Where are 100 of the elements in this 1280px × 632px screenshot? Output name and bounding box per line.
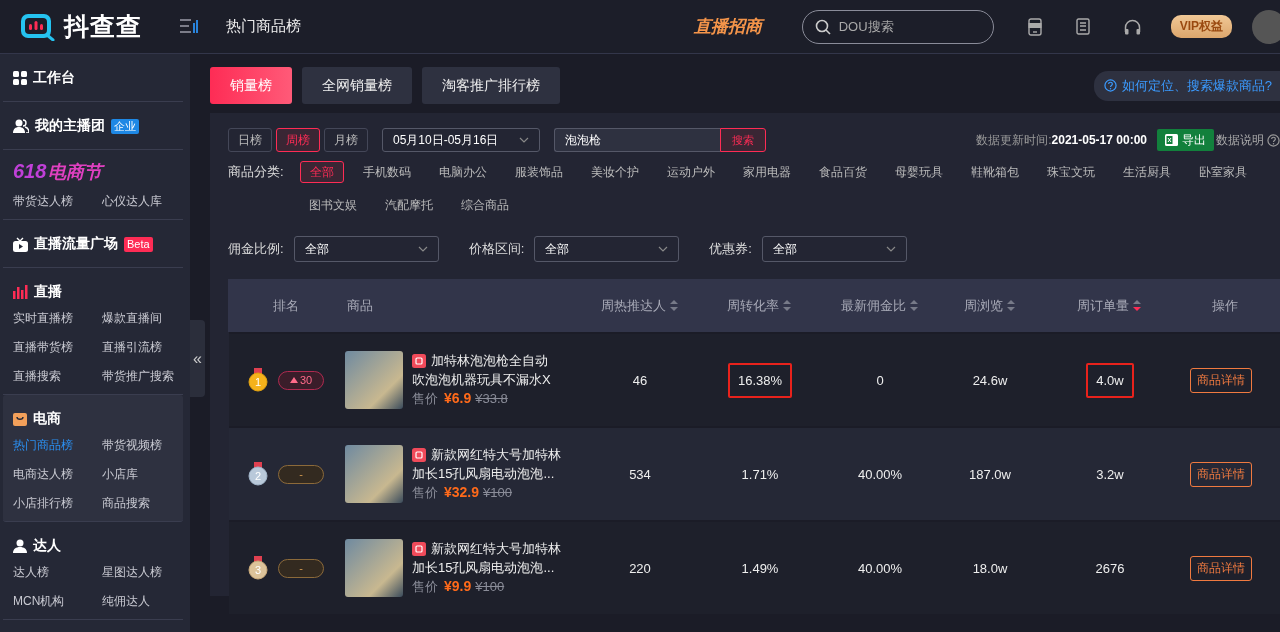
table-cell: 4.0w: [1086, 362, 1134, 398]
sidebar-heading[interactable]: 直播: [34, 283, 62, 301]
filter-label: 佣金比例:: [228, 240, 284, 258]
category-chip[interactable]: 图书文娱: [300, 194, 366, 216]
product-title[interactable]: 加长15孔风扇电动泡泡...: [412, 558, 555, 577]
column-header[interactable]: 周订单量: [1077, 296, 1129, 315]
column-header[interactable]: 最新佣金比: [840, 296, 906, 315]
search-icon: [814, 18, 831, 35]
product-title[interactable]: 吹泡泡机器玩具不漏水X: [412, 370, 551, 389]
sidebar-item[interactable]: 爆款直播间: [102, 304, 162, 333]
sidebar-item[interactable]: 电商达人榜: [13, 460, 73, 489]
headphones-icon[interactable]: [1123, 18, 1141, 35]
sidebar-item[interactable]: 直播搜索: [13, 362, 61, 391]
search-button[interactable]: 搜索: [720, 128, 766, 152]
category-chip[interactable]: 服装饰品: [506, 161, 572, 183]
sidebar-item[interactable]: 直播带货榜: [13, 333, 73, 362]
period-tab[interactable]: 日榜: [228, 128, 272, 152]
product-title[interactable]: 新款网红特大号加特林: [431, 539, 561, 558]
product-photo: [345, 445, 403, 503]
phone-icon[interactable]: [1027, 17, 1042, 36]
category-chip[interactable]: 汽配摩托: [376, 194, 442, 216]
category-chip[interactable]: 鞋靴箱包: [962, 161, 1028, 183]
category-chip[interactable]: 家用电器: [734, 161, 800, 183]
sidebar-heading[interactable]: 达人: [33, 537, 61, 555]
person-icon: [13, 539, 27, 553]
sidebar-heading[interactable]: 我的主播团: [35, 117, 105, 135]
filter-dropdown[interactable]: 全部: [761, 236, 907, 262]
original-price: ¥100: [483, 485, 512, 500]
help-icon: [1267, 133, 1280, 147]
price-label: 售价: [412, 485, 438, 500]
sort-icon[interactable]: [1133, 300, 1141, 311]
column-header[interactable]: 周热推达人: [600, 296, 666, 315]
sidebar-item[interactable]: 商品搜索: [102, 489, 150, 518]
help-link[interactable]: 如何定位、搜索爆款商品?: [1093, 70, 1280, 101]
sidebar-item[interactable]: 小店库: [102, 460, 138, 489]
period-tab[interactable]: 周榜: [276, 128, 320, 152]
original-price: ¥33.8: [475, 391, 508, 406]
sidebar-item[interactable]: 热门商品榜: [13, 431, 73, 460]
filter-dropdown[interactable]: 全部: [293, 236, 439, 262]
period-tab[interactable]: 月榜: [324, 128, 368, 152]
detail-button[interactable]: 商品详情: [1190, 461, 1252, 487]
price: ¥9.9: [444, 578, 472, 594]
shopping-bag-icon: [13, 412, 27, 426]
sort-icon[interactable]: [1006, 300, 1015, 311]
collapse-button[interactable]: «: [190, 320, 205, 397]
category-chip[interactable]: 综合商品: [452, 194, 518, 216]
keyword-field[interactable]: 泡泡枪: [554, 128, 720, 152]
sidebar-item[interactable]: MCN机构: [13, 587, 65, 616]
menu-icon[interactable]: [180, 19, 198, 34]
detail-button[interactable]: 商品详情: [1190, 367, 1252, 393]
sort-icon[interactable]: [909, 300, 918, 311]
detail-button[interactable]: 商品详情: [1190, 555, 1252, 581]
category-chip[interactable]: 食品百货: [810, 161, 876, 183]
product-photo: [345, 351, 403, 409]
sidebar-item[interactable]: 带货达人榜: [13, 187, 73, 216]
category-chip[interactable]: 生活厨具: [1114, 161, 1180, 183]
category-chip[interactable]: 美妆个护: [582, 161, 648, 183]
export-button[interactable]: 导出: [1157, 129, 1214, 151]
sidebar-item[interactable]: 直播引流榜: [102, 333, 162, 362]
table-cell-text: 40.00%: [856, 559, 904, 578]
sidebar-item[interactable]: 心仪达人库: [102, 187, 162, 216]
tab[interactable]: 全网销量榜: [302, 67, 412, 104]
category-chip[interactable]: 运动户外: [658, 161, 724, 183]
shop-icon: [412, 353, 426, 368]
category-chip[interactable]: 卧室家具: [1190, 161, 1256, 183]
category-chip[interactable]: 电脑办公: [430, 161, 496, 183]
data-note-link[interactable]: 数据说明: [1216, 131, 1264, 149]
date-range-dropdown[interactable]: 05月10日-05月16日: [382, 128, 540, 152]
column-header: 操作: [1211, 296, 1238, 315]
sidebar-item[interactable]: 达人榜: [13, 558, 49, 587]
sidebar-item[interactable]: 实时直播榜: [13, 304, 73, 333]
category-chip[interactable]: 手机数码: [354, 161, 420, 183]
sidebar-heading[interactable]: 电商: [33, 410, 61, 428]
sidebar-item[interactable]: 小店排行榜: [13, 489, 73, 518]
table-cell-text: 46: [631, 371, 649, 390]
document-icon[interactable]: [1075, 18, 1090, 35]
sort-icon[interactable]: [669, 300, 678, 311]
category-chip[interactable]: 母婴玩具: [886, 161, 952, 183]
grid-icon: [13, 71, 27, 85]
rank-change: -: [278, 464, 324, 484]
column-header[interactable]: 周浏览: [963, 296, 1003, 315]
sidebar-item[interactable]: 带货推广搜索: [102, 362, 174, 391]
sidebar-item[interactable]: 纯佣达人: [102, 587, 150, 616]
festival-logo-text[interactable]: 电商节: [48, 160, 103, 184]
column-header[interactable]: 周转化率: [727, 296, 779, 315]
product-title[interactable]: 加长15孔风扇电动泡泡...: [412, 464, 555, 483]
sidebar-heading[interactable]: 直播流量广场: [34, 235, 118, 253]
product-title[interactable]: 新款网红特大号加特林: [431, 445, 561, 464]
logo-text: 抖查查: [64, 11, 142, 42]
category-chip[interactable]: 珠宝文玩: [1038, 161, 1104, 183]
filter-dropdown[interactable]: 全部: [534, 236, 680, 262]
sidebar-item[interactable]: 带货视频榜: [102, 431, 162, 460]
product-title[interactable]: 加特林泡泡枪全自动: [431, 351, 548, 370]
sidebar-item[interactable]: 星图达人榜: [102, 558, 162, 587]
tab[interactable]: 淘客推广排行榜: [422, 67, 560, 104]
sort-icon[interactable]: [783, 300, 791, 311]
sidebar-heading[interactable]: 工作台: [33, 69, 75, 87]
category-chip[interactable]: 全部: [300, 161, 344, 183]
avatar[interactable]: [1252, 9, 1280, 44]
search-field[interactable]: DOU搜索: [801, 9, 994, 44]
